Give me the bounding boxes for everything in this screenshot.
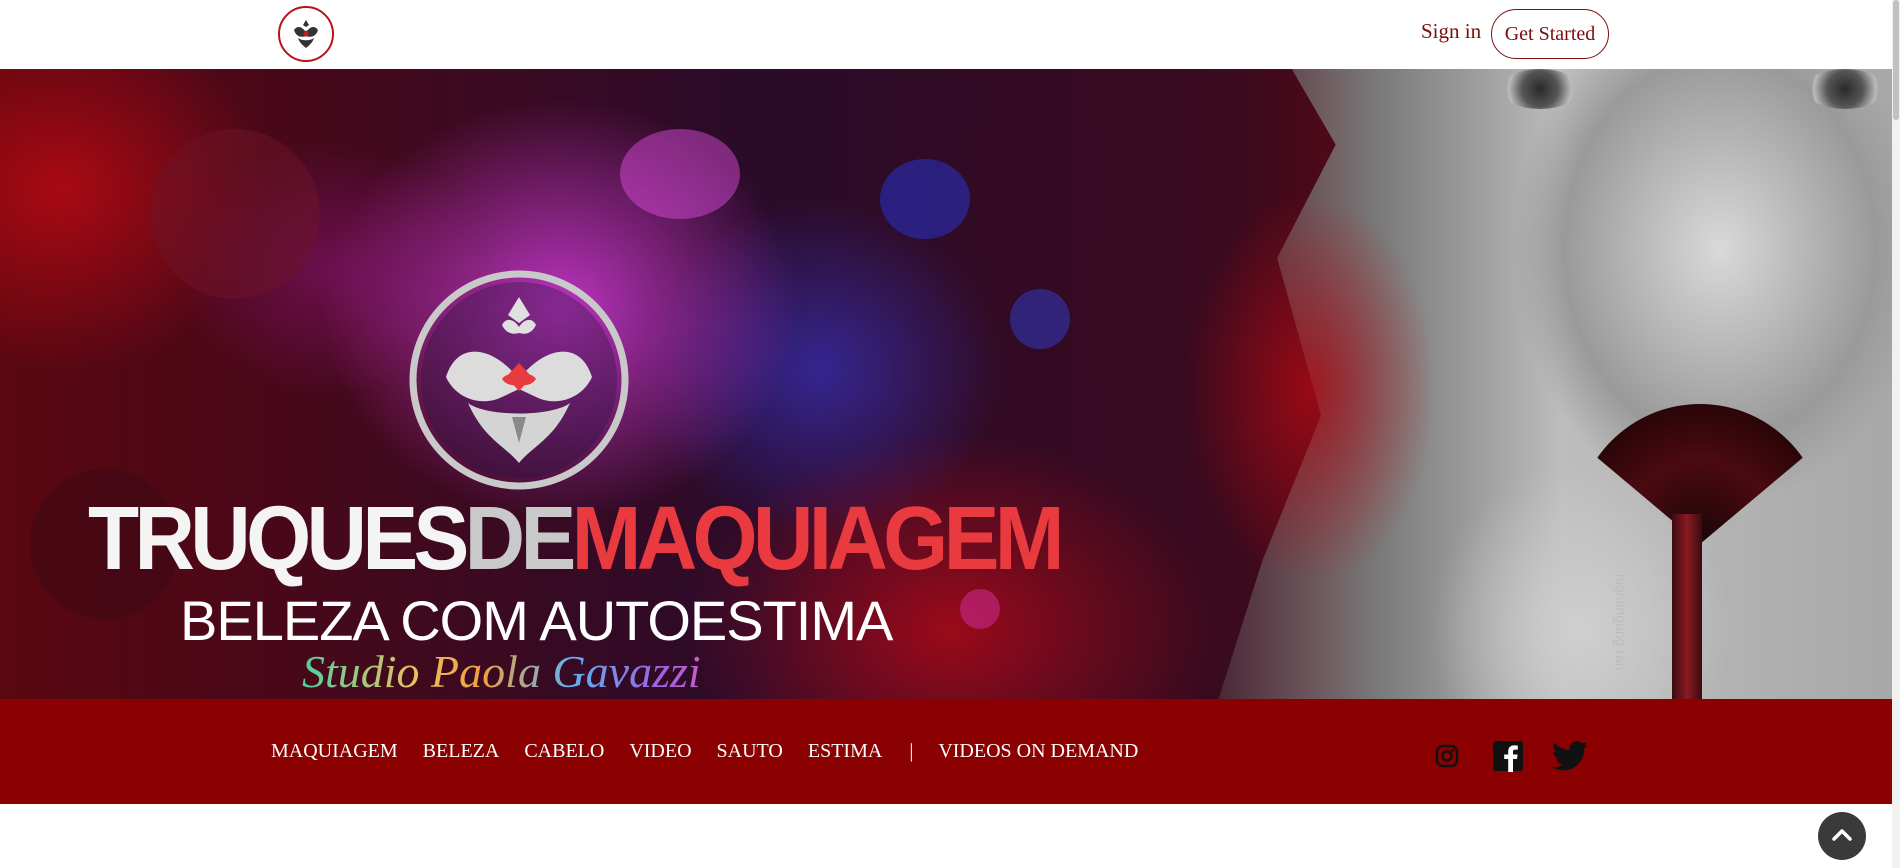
chevron-up-icon — [1832, 829, 1852, 841]
twitter-icon — [1552, 741, 1588, 771]
studio-paola-gavazzi-emblem-icon — [294, 20, 318, 48]
model-eye-left — [1500, 69, 1580, 109]
brand-word-truques: TRUQUES — [88, 489, 469, 589]
brush-handle-image — [1672, 514, 1702, 699]
top-header: Sign in Get Started — [0, 0, 1900, 69]
back-to-top-button[interactable] — [1818, 812, 1866, 860]
nav-separator: | — [909, 740, 914, 762]
page-scrollbar[interactable] — [1892, 0, 1900, 868]
model-eye-right — [1805, 69, 1885, 109]
nav-item-cabelo[interactable]: CABELO — [524, 740, 604, 763]
instagram-link[interactable] — [1434, 738, 1460, 774]
hero-tagline: BELEZA COM AUTOESTIMA — [180, 589, 893, 652]
scrollbar-thumb[interactable] — [1893, 0, 1899, 120]
brand-word-maquiagem: MAQUIAGEM — [571, 489, 1065, 589]
brand-emblem-icon — [409, 270, 629, 490]
brand-wordmark: TRUQUESDEMAQUIAGEM — [88, 489, 1065, 589]
brand-word-de: DE — [464, 489, 577, 589]
nav-item-videos-on-demand[interactable]: VIDEOS ON DEMAND — [938, 740, 1138, 763]
sign-in-link[interactable]: Sign in — [1421, 19, 1481, 44]
nav-item-sauto[interactable]: SAUTO — [717, 740, 783, 763]
nav-item-estima[interactable]: ESTIMA — [808, 740, 882, 763]
studio-signature: Studio Paola Gavazzi — [302, 647, 752, 697]
facebook-icon — [1493, 741, 1523, 772]
brush-engraving: nightingung ran — [1613, 574, 1629, 671]
nav-item-maquiagem[interactable]: MAQUIAGEM — [271, 740, 398, 763]
category-nav: MAQUIAGEM BELEZA CABELO VIDEO SAUTO ESTI… — [271, 699, 1163, 804]
category-nav-bar: MAQUIAGEM BELEZA CABELO VIDEO SAUTO ESTI… — [0, 699, 1892, 804]
logo-link[interactable] — [278, 6, 334, 62]
instagram-icon — [1435, 744, 1459, 768]
red-paint-overlay — [1160, 129, 1500, 649]
get-started-button[interactable]: Get Started — [1491, 9, 1609, 59]
facebook-link[interactable] — [1492, 738, 1524, 774]
twitter-link[interactable] — [1552, 738, 1588, 774]
hero-banner: TRUQUESDEMAQUIAGEM BELEZA COM AUTOESTIMA… — [0, 69, 1892, 699]
nav-item-beleza[interactable]: BELEZA — [423, 740, 500, 763]
nav-item-video[interactable]: VIDEO — [629, 740, 691, 763]
